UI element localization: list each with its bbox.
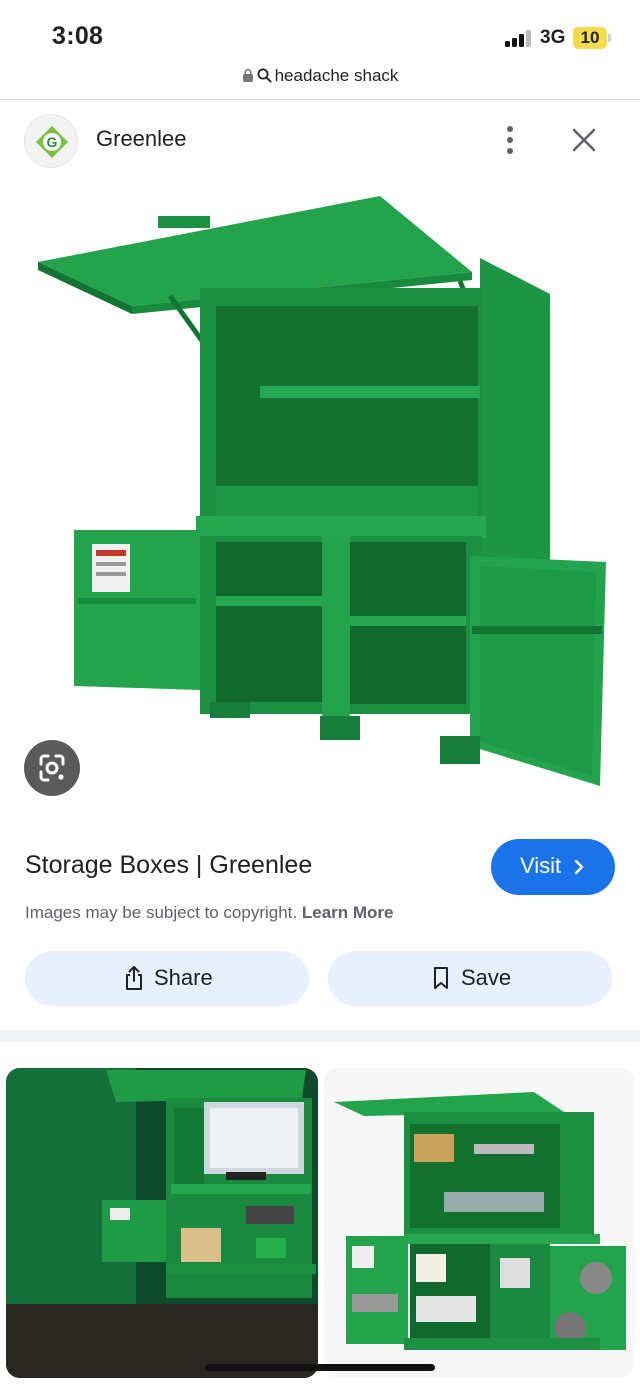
source-name[interactable]: Greenlee <box>96 126 187 152</box>
search-icon <box>257 68 272 83</box>
close-icon <box>572 128 596 152</box>
visit-label: Visit <box>520 853 562 878</box>
google-lens-icon <box>39 754 65 782</box>
visit-button[interactable]: Visit <box>491 839 615 895</box>
greenlee-logo-icon: G <box>36 126 68 158</box>
status-bar: 3:08 3G 10 <box>0 0 640 62</box>
source-logo[interactable]: G <box>24 114 78 168</box>
save-button[interactable]: Save <box>328 951 612 1006</box>
related-image-thumbnail[interactable] <box>324 1068 634 1378</box>
home-indicator <box>205 1364 435 1371</box>
google-lens-button[interactable] <box>24 740 80 796</box>
copyright-text: Images may be subject to copyright. <box>25 903 298 922</box>
network-type: 3G <box>540 27 566 48</box>
save-label: Save <box>461 965 512 990</box>
status-time: 3:08 <box>52 22 104 50</box>
more-options-button[interactable] <box>494 122 526 158</box>
learn-more-link[interactable]: Learn More <box>302 903 394 922</box>
battery-icon: 10 <box>573 27 611 49</box>
share-icon <box>126 966 142 990</box>
main-product-image[interactable] <box>20 186 620 806</box>
section-divider <box>0 1030 640 1042</box>
share-button[interactable]: Share <box>25 951 309 1006</box>
copyright-notice: Images may be subject to copyright. Lear… <box>25 903 394 923</box>
chevron-right-icon <box>574 859 584 875</box>
share-label: Share <box>154 965 213 990</box>
address-bar[interactable]: headache shack <box>0 62 640 100</box>
close-button[interactable] <box>566 122 602 158</box>
related-image-thumbnail[interactable] <box>6 1068 318 1378</box>
battery-level: 10 <box>580 28 600 47</box>
signal-strength-icon <box>505 30 531 47</box>
lock-icon <box>242 68 253 82</box>
logo-letter: G <box>47 134 58 150</box>
bookmark-icon <box>434 967 448 989</box>
result-title[interactable]: Storage Boxes | Greenlee <box>25 851 312 880</box>
url-text: headache shack <box>274 66 399 85</box>
